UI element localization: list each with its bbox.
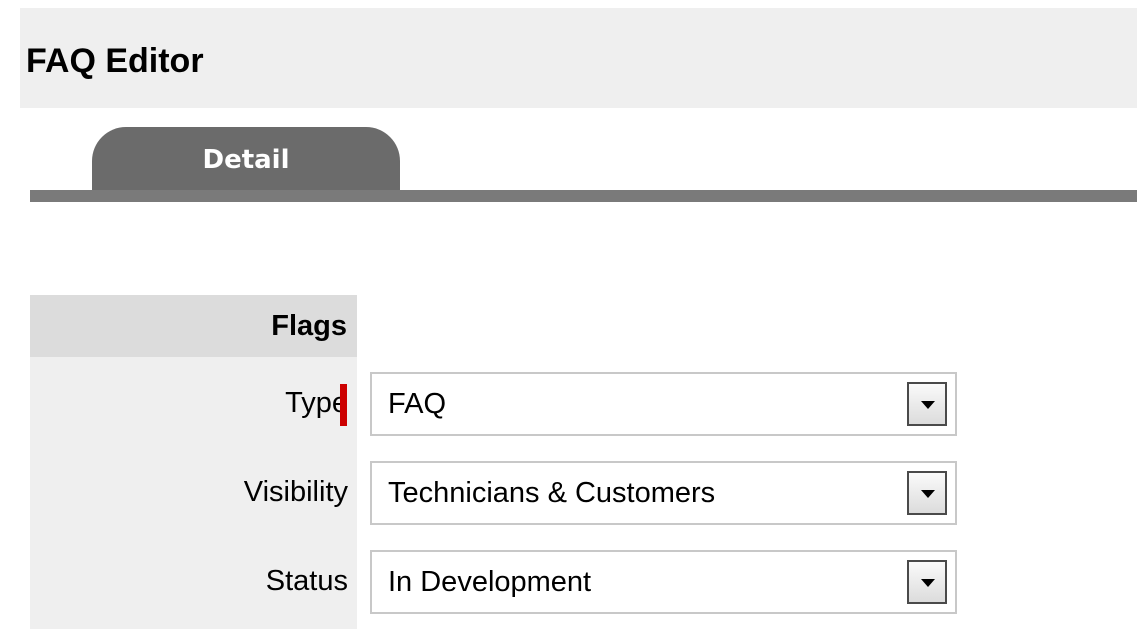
faq-editor-window: FAQ Editor Detail Flags Type FAQ Visibil… <box>0 0 1137 629</box>
left-margin <box>0 0 20 629</box>
required-indicator <box>340 384 347 426</box>
section-title: Flags <box>271 310 347 342</box>
tab-detail[interactable]: Detail <box>92 127 400 190</box>
status-select-value: In Development <box>388 566 592 598</box>
chevron-down-icon[interactable] <box>907 560 947 604</box>
type-select[interactable]: FAQ <box>370 372 957 436</box>
visibility-select-value: Technicians & Customers <box>388 477 716 509</box>
tab-underline <box>30 190 1137 202</box>
chevron-down-icon[interactable] <box>907 382 947 426</box>
page-title: FAQ Editor <box>26 42 204 80</box>
status-select[interactable]: In Development <box>370 550 957 614</box>
type-label: Type <box>285 387 348 419</box>
visibility-select[interactable]: Technicians & Customers <box>370 461 957 525</box>
visibility-label: Visibility <box>243 476 348 508</box>
type-select-value: FAQ <box>388 388 447 420</box>
tab-detail-label: Detail <box>202 145 290 175</box>
status-label: Status <box>265 565 348 597</box>
chevron-down-icon[interactable] <box>907 471 947 515</box>
section-header-flags: Flags <box>30 295 357 357</box>
